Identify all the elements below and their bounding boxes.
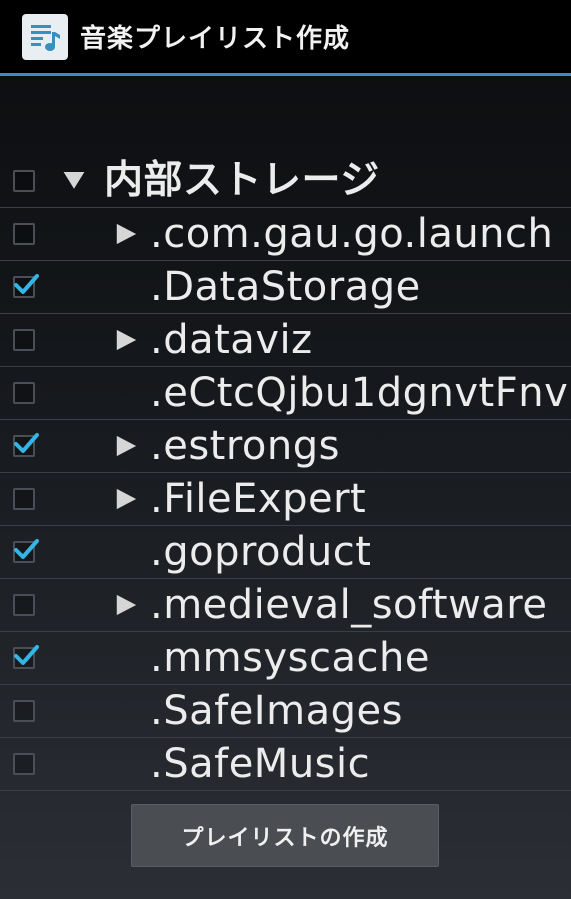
tree-root-row[interactable]: 内部ストレージ	[0, 155, 571, 208]
tree-item-row[interactable]: .SafeImages	[0, 685, 571, 738]
checkbox[interactable]	[13, 753, 35, 775]
action-bar: 音楽プレイリスト作成	[0, 0, 571, 76]
app-title: 音楽プレイリスト作成	[80, 24, 351, 54]
tree-item-row[interactable]: .dataviz	[0, 314, 571, 367]
folder-label: .medieval_software	[150, 582, 548, 628]
folder-label: .SafeMusic	[150, 741, 371, 787]
checkbox[interactable]	[13, 700, 35, 722]
folder-label: .goproduct	[150, 529, 372, 575]
folder-label: .DataStorage	[150, 264, 421, 310]
checkbox[interactable]	[13, 329, 35, 351]
tree-item-row[interactable]: .DataStorage	[0, 261, 571, 314]
tree-item-row[interactable]: .com.gau.go.launch	[0, 208, 571, 261]
tree-item-row[interactable]: .SafeMusic	[0, 738, 571, 791]
folder-label: .dataviz	[150, 317, 313, 363]
collapsed-triangle-icon[interactable]	[114, 328, 138, 352]
check-icon	[14, 274, 39, 294]
tree-item-row[interactable]: .FileExpert	[0, 473, 571, 526]
root-checkbox[interactable]	[13, 170, 35, 192]
tree-item-row[interactable]: .mmsyscache	[0, 632, 571, 685]
create-playlist-button[interactable]: プレイリストの作成	[131, 804, 439, 867]
checkbox[interactable]	[13, 382, 35, 404]
checked-checkbox[interactable]	[13, 645, 39, 669]
checked-checkbox[interactable]	[13, 539, 39, 563]
checked-checkbox[interactable]	[13, 274, 39, 298]
check-icon	[14, 433, 39, 453]
checkbox[interactable]	[13, 223, 35, 245]
checkbox[interactable]	[13, 488, 35, 510]
check-icon	[14, 539, 39, 559]
tree-item-row[interactable]: .goproduct	[0, 526, 571, 579]
tree-item-row[interactable]: .medieval_software	[0, 579, 571, 632]
expanded-triangle-icon[interactable]	[62, 168, 86, 192]
collapsed-triangle-icon[interactable]	[114, 487, 138, 511]
tree-item-row[interactable]: .estrongs	[0, 420, 571, 473]
folder-tree: 内部ストレージ .com.gau.go.launch .DataStorage .d…	[0, 155, 571, 791]
folder-label: .SafeImages	[150, 688, 403, 734]
folder-label: .FileExpert	[150, 476, 367, 522]
tree-item-row[interactable]: .eCtcQjbu1dgnvtFnv	[0, 367, 571, 420]
folder-label: .eCtcQjbu1dgnvtFnv	[150, 370, 569, 416]
music-playlist-icon[interactable]	[22, 13, 68, 60]
checkbox[interactable]	[13, 594, 35, 616]
root-label: 内部ストレージ	[104, 158, 380, 203]
checked-checkbox[interactable]	[13, 433, 39, 457]
collapsed-triangle-icon[interactable]	[114, 222, 138, 246]
check-icon	[14, 645, 39, 665]
collapsed-triangle-icon[interactable]	[114, 434, 138, 458]
collapsed-triangle-icon[interactable]	[114, 593, 138, 617]
folder-label: .estrongs	[150, 423, 340, 469]
folder-label: .mmsyscache	[150, 635, 430, 681]
folder-label: .com.gau.go.launch	[150, 211, 554, 257]
